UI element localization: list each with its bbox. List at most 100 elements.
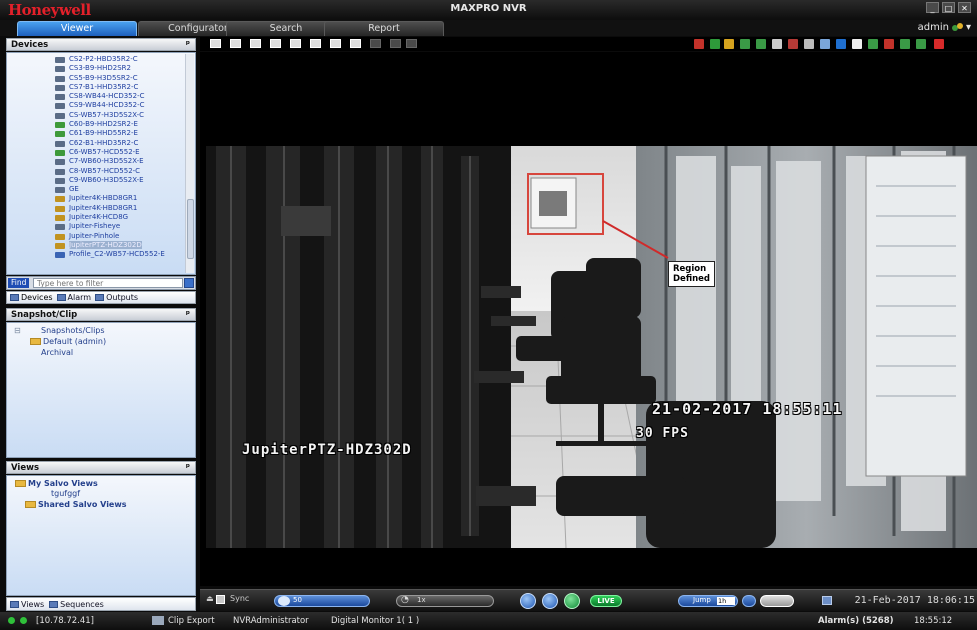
layout-3x3-button[interactable] xyxy=(270,39,281,48)
video-viewport[interactable]: Region Defined 21-02-2017 18:55:11 30 FP… xyxy=(200,52,977,586)
zoom-tool-icon[interactable] xyxy=(710,39,720,49)
pin-icon[interactable]: ᵖ xyxy=(186,309,190,322)
layout-5x5-button[interactable] xyxy=(370,39,381,48)
device-filter-input[interactable] xyxy=(33,278,183,288)
clear-tool-icon[interactable] xyxy=(852,39,862,49)
list-item[interactable]: C60-B9-HHD2SR2-E xyxy=(7,120,195,129)
shared-salvo-views[interactable]: Shared Salvo Views xyxy=(25,500,127,509)
camera-jupiter-icon xyxy=(55,233,65,240)
tab-sequences[interactable]: Sequences xyxy=(49,600,104,609)
tour-tool-icon[interactable] xyxy=(820,39,830,49)
snapshots-root[interactable]: Snapshots/Clips xyxy=(41,326,105,335)
list-item[interactable]: GE xyxy=(7,185,195,194)
list-item[interactable]: C61-B9-HHD55R2-E xyxy=(7,129,195,138)
layout-6x6-button[interactable] xyxy=(390,39,401,48)
layout-2x2-button[interactable] xyxy=(230,39,241,48)
close-pane-icon[interactable] xyxy=(934,39,944,49)
audio-tool-icon[interactable] xyxy=(772,39,782,49)
tab-alarm[interactable]: Alarm xyxy=(56,293,91,302)
pause-button[interactable] xyxy=(542,593,558,609)
rewind-button[interactable] xyxy=(520,593,536,609)
sequence-tool-icon[interactable] xyxy=(900,39,910,49)
jump-value-select[interactable]: 1h xyxy=(717,597,735,605)
filter-icon[interactable] xyxy=(184,278,194,288)
archival-item[interactable]: Archival xyxy=(41,348,73,357)
list-item[interactable]: CS7-B1-HHD35R2-C xyxy=(7,83,195,92)
live-button[interactable]: LIVE xyxy=(590,595,622,607)
layout-8x8-button[interactable] xyxy=(406,39,417,48)
layout-1plus5-button[interactable] xyxy=(250,39,261,48)
jump-step-buttons[interactable] xyxy=(760,595,794,607)
layout-1plus7-button[interactable] xyxy=(310,39,321,48)
jog-slider[interactable]: ◔ 1x xyxy=(396,595,494,607)
device-label: CS3-B9-HHD2SR2 xyxy=(69,64,131,73)
forward-button[interactable] xyxy=(564,593,580,609)
export-tool-icon[interactable] xyxy=(788,39,798,49)
default-folder-label: Default (admin) xyxy=(43,337,107,346)
clip-export-status[interactable]: Clip Export xyxy=(168,616,215,626)
list-item[interactable]: C62-B1-HHD35R2-C xyxy=(7,139,195,148)
sync-checkbox[interactable] xyxy=(216,595,225,604)
record-tool-icon[interactable] xyxy=(756,39,766,49)
snapshot-tree[interactable]: ⊟ Snapshots/Clips Default (admin) Archiv… xyxy=(6,322,196,458)
list-item[interactable]: Jupiter-Fisheye xyxy=(7,222,195,231)
osd-fps: 30 FPS xyxy=(636,426,689,441)
eject-icon[interactable]: ⏏ xyxy=(206,594,214,603)
my-salvo-views[interactable]: My Salvo Views xyxy=(15,479,98,488)
device-tree-scrollbar[interactable] xyxy=(185,54,194,273)
full-screen-icon[interactable] xyxy=(836,39,846,49)
list-item[interactable]: C7-WB60-H3D5S2X-E xyxy=(7,157,195,166)
layout-1x1-button[interactable] xyxy=(210,39,221,48)
ptz-tool-icon[interactable] xyxy=(724,39,734,49)
list-item[interactable]: Jupiter-Pinhole xyxy=(7,232,195,241)
jump-dropdown-button[interactable] xyxy=(742,595,756,607)
list-item[interactable]: CS8-WB44-HCD352-C xyxy=(7,92,195,101)
list-item[interactable]: C6-WB57-HCD552-E xyxy=(7,148,195,157)
list-item[interactable]: Jupiter4K-HBD8GR1 xyxy=(7,194,195,203)
list-item[interactable]: CS-WB57-H3D5S2X-C xyxy=(7,111,195,120)
salvo-tool-icon[interactable] xyxy=(868,39,878,49)
layout-custom-button[interactable] xyxy=(350,39,361,48)
camera-icon xyxy=(55,224,65,231)
salvo-view-item[interactable]: tgufggf xyxy=(51,489,80,498)
list-item[interactable]: CS2-P2-HBD35R2-C xyxy=(7,55,195,64)
list-item[interactable]: Jupiter4K-HCD8G xyxy=(7,213,195,222)
playback-speed-slider[interactable]: 50 xyxy=(274,595,370,607)
pin-icon[interactable]: ᵖ xyxy=(186,39,190,52)
maximize-button[interactable]: □ xyxy=(942,2,955,13)
scroll-thumb[interactable] xyxy=(187,199,194,259)
tab-report[interactable]: Report xyxy=(324,21,444,36)
calendar-icon[interactable] xyxy=(822,596,832,605)
pin-icon[interactable]: ᵖ xyxy=(186,462,190,475)
list-item[interactable]: CS5-B9-H3D5SR2-C xyxy=(7,74,195,83)
stop-tool-icon[interactable] xyxy=(884,39,894,49)
layout-4x3-button[interactable] xyxy=(290,39,301,48)
list-item[interactable]: Jupiter4K-HBD8GR1 xyxy=(7,204,195,213)
minimize-button[interactable]: _ xyxy=(926,2,939,13)
user-menu[interactable]: admin ▾ xyxy=(918,22,971,33)
tab-devices[interactable]: Devices xyxy=(10,293,53,302)
views-tree[interactable]: My Salvo Views tgufggf Shared Salvo View… xyxy=(6,475,196,596)
default-folder[interactable]: Default (admin) xyxy=(30,337,106,346)
tab-outputs[interactable]: Outputs xyxy=(95,293,138,302)
close-button[interactable]: ✕ xyxy=(958,2,971,13)
snapshot-tool-icon[interactable] xyxy=(740,39,750,49)
tab-views[interactable]: Views xyxy=(10,600,44,609)
device-label: CS8-WB44-HCD352-C xyxy=(69,92,145,101)
list-item[interactable]: C9-WB60-H3D5S2X-E xyxy=(7,176,195,185)
jump-control[interactable]: Jump 1h xyxy=(678,595,738,607)
list-item[interactable]: C8-WB57-HCD552-C xyxy=(7,167,195,176)
list-item-selected[interactable]: JupiterPTZ-HDZ302D xyxy=(7,240,195,250)
tab-viewer[interactable]: Viewer xyxy=(17,21,137,36)
layout-4x4-button[interactable] xyxy=(330,39,341,48)
list-item[interactable]: Profile_C2-WB57-HCD552-E xyxy=(7,250,195,259)
camera-video-pane[interactable]: Region Defined 21-02-2017 18:55:11 30 FP… xyxy=(206,146,977,548)
list-item[interactable]: CS9-WB44-HCD352-C xyxy=(7,101,195,110)
list-item[interactable]: CS3-B9-HHD2SR2 xyxy=(7,64,195,73)
info-tool-icon[interactable] xyxy=(804,39,814,49)
display-tool-icon[interactable] xyxy=(916,39,926,49)
alarm-count[interactable]: Alarm(s) (5268) xyxy=(818,616,894,626)
alarm-tool-icon[interactable] xyxy=(694,39,704,49)
device-tree[interactable]: CS2-P2-HBD35R2-C CS3-B9-HHD2SR2 CS5-B9-H… xyxy=(6,52,196,275)
playback-datetime: 21-Feb-2017 18:06:15 xyxy=(854,595,975,606)
